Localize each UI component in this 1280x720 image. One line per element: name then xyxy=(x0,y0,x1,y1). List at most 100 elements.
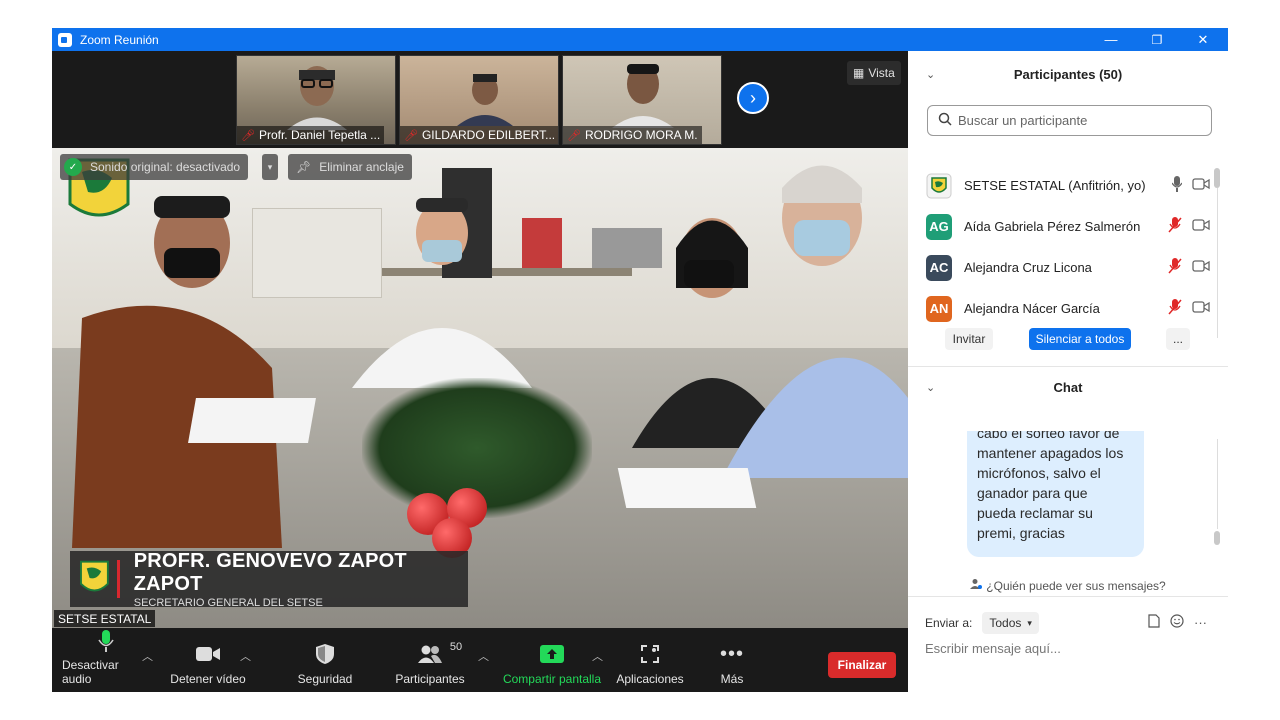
camera-icon xyxy=(195,640,221,668)
microphone-icon xyxy=(98,628,114,654)
participant-row[interactable]: AC Alejandra Cruz Licona xyxy=(926,247,1212,288)
send-to-row: Enviar a: Todos ▾ xyxy=(925,612,1039,634)
side-panel: ⌄ Participantes (50) Buscar un participa… xyxy=(908,51,1228,692)
window-title: Zoom Reunión xyxy=(80,32,159,47)
send-to-dropdown[interactable]: Todos ▾ xyxy=(982,612,1039,634)
main-speaker-video: ✓ Sonido original: desactivado ▾ 📌︎ Elim… xyxy=(52,148,908,628)
title-bar: Zoom Reunión — ❐ ✕ xyxy=(52,28,1228,51)
mic-muted-icon[interactable] xyxy=(1168,217,1182,236)
participant-right2-figure xyxy=(722,165,908,478)
more-button[interactable]: ••• Más xyxy=(712,628,752,692)
participants-scrollbar[interactable] xyxy=(1214,168,1220,188)
share-options-caret[interactable]: ︿ xyxy=(592,648,603,664)
chat-header: ⌄ Chat xyxy=(926,379,1083,395)
panel-divider xyxy=(908,366,1228,367)
zoom-window: Zoom Reunión — ❐ ✕ 🎤︎ Profr. Daniel Tepe… xyxy=(52,28,1228,692)
video-area: 🎤︎ Profr. Daniel Tepetla ... 🎤︎ GILDARDO… xyxy=(52,51,908,628)
apps-icon xyxy=(640,640,660,668)
participant-row[interactable]: AG Aída Gabriela Pérez Salmerón xyxy=(926,206,1212,247)
who-can-see-link[interactable]: ¿Quién puede ver sus mensajes? xyxy=(908,578,1228,593)
audio-options-caret[interactable]: ︿ xyxy=(142,648,153,664)
speaker-lower-third: PROFR. GENOVEVO ZAPOT ZAPOT SECRETARIO G… xyxy=(70,549,468,609)
original-sound-toggle[interactable]: ✓ Sonido original: desactivado xyxy=(60,154,249,180)
participant-thumbnail[interactable]: 🎤︎ GILDARDO EDILBERT... xyxy=(399,55,559,145)
file-icon[interactable] xyxy=(1148,614,1160,631)
camera-icon[interactable] xyxy=(1192,301,1210,316)
unpin-button[interactable]: 📌︎ Eliminar anclaje xyxy=(288,154,412,180)
video-options-caret[interactable]: ︿ xyxy=(240,648,251,664)
end-meeting-button[interactable]: Finalizar xyxy=(828,652,896,678)
participants-more-button[interactable]: ... xyxy=(1166,328,1190,350)
participant-row[interactable]: AN Alejandra Nácer García xyxy=(926,288,1212,329)
microphone-icon[interactable] xyxy=(1171,176,1183,195)
chevron-down-icon[interactable]: ⌄ xyxy=(926,381,935,394)
participants-header: ⌄ Participantes (50) xyxy=(926,66,1123,82)
mic-muted-icon: 🎤︎ xyxy=(567,129,581,142)
speaker-name: PROFR. GENOVEVO ZAPOT ZAPOT xyxy=(133,549,407,595)
avatar: AN xyxy=(926,295,952,322)
participant-figure xyxy=(287,66,347,130)
camera-icon[interactable] xyxy=(1192,219,1210,234)
mute-all-button[interactable]: Silenciar a todos xyxy=(1029,328,1131,350)
mute-button[interactable]: Desactivar audio xyxy=(62,628,150,692)
share-screen-icon xyxy=(540,640,564,668)
speaker-figure xyxy=(352,198,532,388)
shield-icon xyxy=(315,640,335,668)
grid-icon: ▦ xyxy=(853,66,865,80)
participant-name-tag: 🎤︎ GILDARDO EDILBERT... xyxy=(400,126,558,144)
chevron-down-icon: ▾ xyxy=(267,161,273,172)
camera-icon[interactable] xyxy=(1192,260,1210,275)
participant-figure xyxy=(612,64,674,128)
emoji-icon[interactable] xyxy=(1170,614,1184,631)
chat-scrollbar[interactable] xyxy=(1214,531,1220,545)
meeting-toolbar: Desactivar audio ︿ Detener vídeo ︿ Segur… xyxy=(52,628,908,692)
shield-icon: ✓ xyxy=(64,158,82,176)
original-sound-dropdown[interactable]: ▾ xyxy=(262,154,278,180)
chevron-down-icon[interactable]: ⌄ xyxy=(926,68,935,81)
stop-video-button[interactable]: Detener vídeo xyxy=(166,628,250,692)
invite-button[interactable]: Invitar xyxy=(945,328,993,350)
chat-message-input[interactable]: Escribir mensaje aquí... xyxy=(925,641,1061,656)
participant-name-tag: 🎤︎ Profr. Daniel Tepetla ... xyxy=(237,126,385,144)
mic-muted-icon[interactable] xyxy=(1168,258,1182,277)
participant-row[interactable]: SETSE ESTATAL (Anfitrión, yo) xyxy=(926,165,1212,206)
avatar: AC xyxy=(926,254,952,281)
participant-figure xyxy=(457,74,513,126)
speaker-participant-label: SETSE ESTATAL xyxy=(54,610,156,627)
chat-message: cabo el sorteo favor de mantener apagado… xyxy=(967,431,1144,557)
participants-icon: 50 xyxy=(417,640,462,668)
user-info-icon xyxy=(970,578,983,593)
share-screen-button[interactable]: Compartir pantalla xyxy=(500,628,604,692)
more-dots-icon: ••• xyxy=(719,642,744,665)
accent-bar xyxy=(116,560,120,598)
setse-badge-icon xyxy=(80,560,109,592)
next-page-button[interactable]: › xyxy=(737,82,769,114)
view-button[interactable]: ▦ Vista xyxy=(847,61,901,85)
search-icon xyxy=(938,112,952,129)
pin-icon: 📌︎ xyxy=(296,160,312,174)
participants-button[interactable]: 50 Participantes xyxy=(390,628,470,692)
participant-name-tag: 🎤︎ RODRIGO MORA M. xyxy=(563,126,702,144)
minimize-button[interactable]: — xyxy=(1088,28,1134,51)
participants-options-caret[interactable]: ︿ xyxy=(478,648,489,664)
mic-muted-icon[interactable] xyxy=(1168,299,1182,318)
zoom-logo-icon xyxy=(58,32,72,47)
setse-avatar xyxy=(926,173,952,198)
participant-thumbnail[interactable]: 🎤︎ RODRIGO MORA M. xyxy=(562,55,722,145)
participant-thumbnail[interactable]: 🎤︎ Profr. Daniel Tepetla ... xyxy=(236,55,396,145)
panel-divider xyxy=(908,596,1228,597)
chat-tools: ··· xyxy=(1148,614,1207,631)
participant-search-input[interactable]: Buscar un participante xyxy=(927,105,1212,136)
avatar: AG xyxy=(926,213,952,240)
camera-icon[interactable] xyxy=(1192,178,1210,193)
mic-muted-icon: 🎤︎ xyxy=(241,129,255,142)
apps-button[interactable]: Aplicaciones xyxy=(614,628,686,692)
restore-button[interactable]: ❐ xyxy=(1134,28,1180,51)
more-dots-icon[interactable]: ··· xyxy=(1194,615,1207,630)
chevron-down-icon: ▾ xyxy=(1027,617,1032,628)
speaker-role: SECRETARIO GENERAL DEL SETSE xyxy=(133,596,323,609)
chevron-right-icon: › xyxy=(750,87,756,108)
mic-muted-icon: 🎤︎ xyxy=(404,129,418,142)
security-button[interactable]: Seguridad xyxy=(290,628,360,692)
close-button[interactable]: ✕ xyxy=(1180,28,1226,51)
